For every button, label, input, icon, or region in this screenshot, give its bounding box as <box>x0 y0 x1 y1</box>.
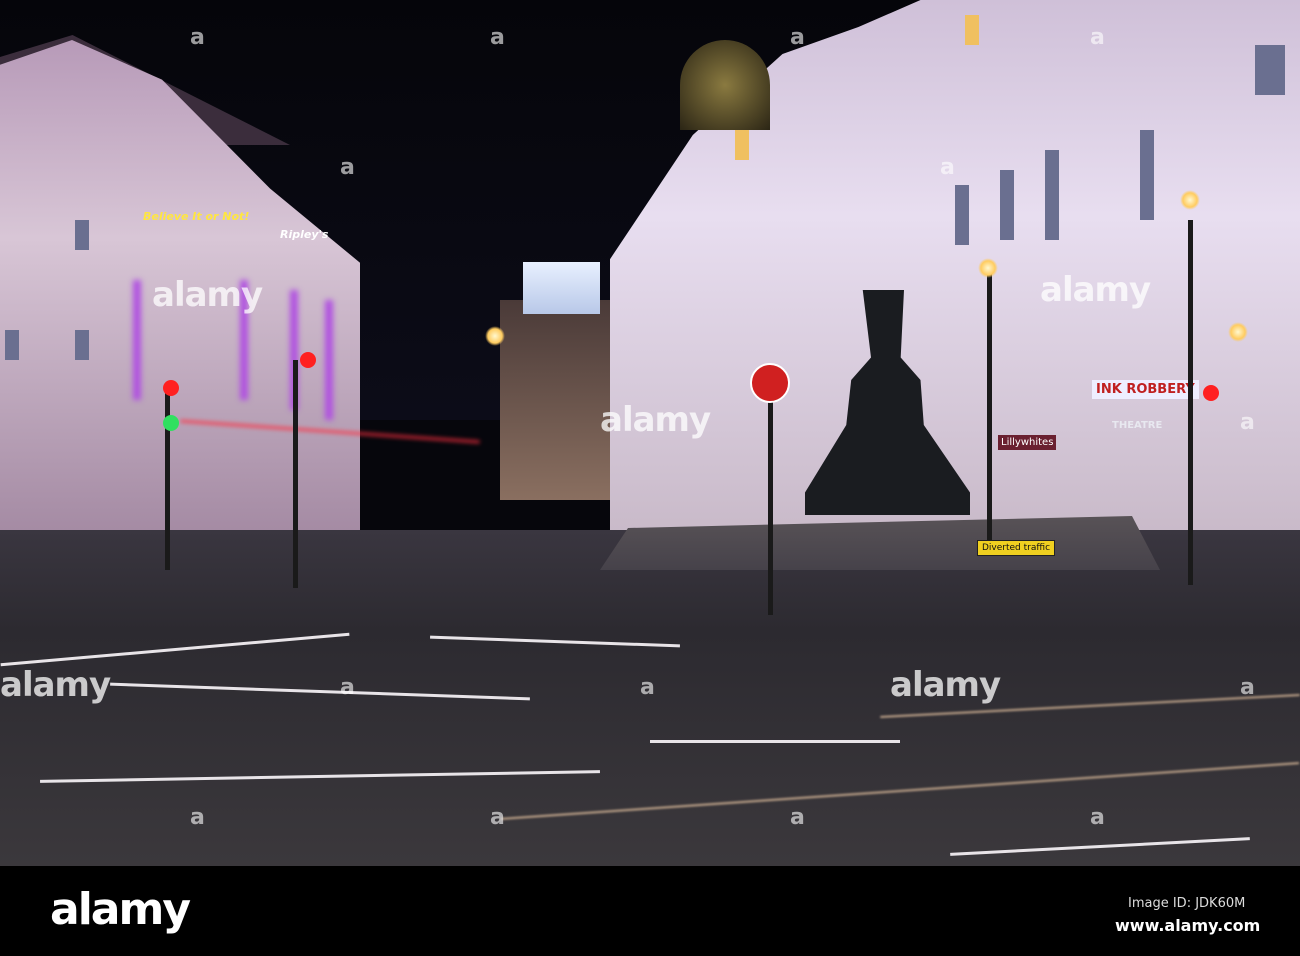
billboard-screen <box>523 262 600 314</box>
window <box>1140 130 1154 220</box>
window <box>955 185 969 245</box>
believe-it-or-not-sign: Believe It or Not! <box>143 210 250 223</box>
road-marking <box>650 740 900 743</box>
alamy-watermark-letter: a <box>1090 805 1105 830</box>
green-traffic-light <box>163 415 179 431</box>
lamp-post <box>987 270 992 540</box>
lamp-post <box>1188 220 1193 585</box>
alamy-watermark: alamy <box>890 665 1001 705</box>
alamy-watermark-letter: a <box>940 155 955 180</box>
street-lamp <box>978 258 998 278</box>
window <box>75 330 89 360</box>
alamy-watermark: alamy <box>152 275 263 315</box>
ripleys-sign: Ripley's <box>280 228 329 241</box>
piccadilly-circus-night-photo: Believe It or Not! Ripley's INK ROBBERY … <box>0 0 1300 866</box>
purple-facade-light <box>133 280 141 400</box>
theatre-sign: THEATRE <box>1112 420 1163 431</box>
alamy-watermark: alamy <box>0 665 111 705</box>
window <box>5 330 19 360</box>
alamy-watermark-letter: a <box>1240 410 1255 435</box>
lillywhites-sign: Lillywhites <box>998 435 1057 450</box>
alamy-watermark-letter: a <box>190 805 205 830</box>
no-entry-sign <box>750 363 790 403</box>
red-pedestrian-light <box>1203 385 1219 401</box>
alamy-watermark-letter: a <box>340 675 355 700</box>
street-lamp <box>1228 322 1248 342</box>
alamy-watermark: alamy <box>600 400 711 440</box>
alamy-watermark-letter: a <box>790 805 805 830</box>
window <box>1045 150 1059 240</box>
street-lamp <box>485 326 505 346</box>
stock-footer: alamy Image ID: JDK60M www.alamy.com <box>0 866 1300 956</box>
lit-window <box>965 15 979 45</box>
alamy-watermark: alamy <box>1040 270 1151 310</box>
diverted-traffic-sign: Diverted traffic <box>977 540 1056 556</box>
alamy-watermark-letter: a <box>1090 25 1105 50</box>
sign-pole <box>768 400 773 615</box>
red-traffic-light <box>163 380 179 396</box>
purple-facade-light <box>325 300 333 420</box>
alamy-watermark-letter: a <box>490 25 505 50</box>
window <box>1255 45 1285 95</box>
lit-window <box>735 130 749 160</box>
street-lamp <box>1180 190 1200 210</box>
alamy-watermark-letter: a <box>640 675 655 700</box>
alamy-watermark-letter: a <box>790 25 805 50</box>
distant-building <box>500 300 615 500</box>
show-banner: INK ROBBERY <box>1092 380 1199 399</box>
alamy-logo: alamy <box>50 884 191 935</box>
alamy-url[interactable]: www.alamy.com <box>1115 916 1260 935</box>
image-id: Image ID: JDK60M <box>1128 896 1246 911</box>
alamy-watermark-letter: a <box>490 805 505 830</box>
alamy-watermark-letter: a <box>190 25 205 50</box>
red-traffic-light <box>300 352 316 368</box>
alamy-watermark-letter: a <box>1240 675 1255 700</box>
window <box>1000 170 1014 240</box>
window <box>75 220 89 250</box>
building-dome <box>680 40 770 130</box>
alamy-watermark-letter: a <box>340 155 355 180</box>
traffic-light-pole <box>293 360 298 588</box>
